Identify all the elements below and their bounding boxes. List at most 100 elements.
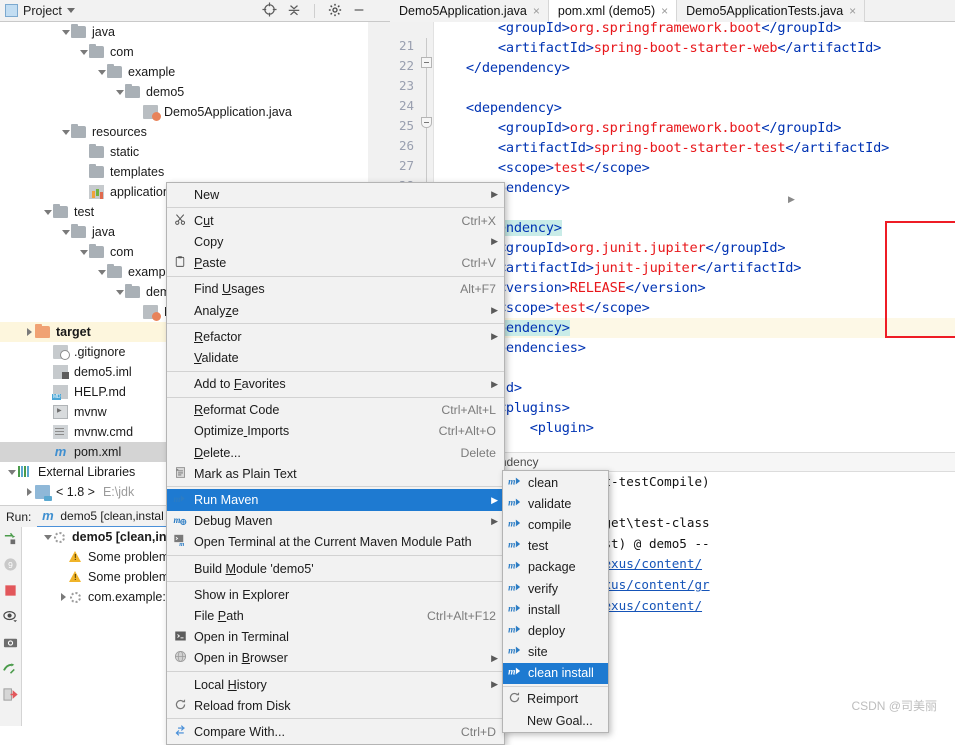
menu-item[interactable]: New Goal... bbox=[503, 710, 608, 731]
menu-item[interactable]: m deploy bbox=[503, 620, 608, 641]
code-line[interactable]: <groupId>org.springframework.boot</group… bbox=[434, 118, 955, 138]
code-line[interactable]: </dependencies> bbox=[434, 338, 955, 358]
code-line[interactable] bbox=[434, 78, 955, 98]
minimize-icon[interactable] bbox=[352, 3, 366, 20]
menu-item[interactable]: Build Module 'demo5' bbox=[167, 558, 504, 579]
menu-item[interactable]: Paste Ctrl+V bbox=[167, 253, 504, 274]
run-maven-submenu[interactable]: m clean m validate m compile m test m package m ver… bbox=[502, 470, 609, 734]
editor-tab[interactable]: Demo5ApplicationTests.java × bbox=[677, 0, 866, 22]
code-line[interactable]: <plugins> bbox=[434, 398, 955, 418]
menu-item[interactable]: Compare With... Ctrl+D bbox=[167, 721, 504, 742]
menu-item[interactable]: m compile bbox=[503, 514, 608, 535]
fold-collapse-icon[interactable] bbox=[421, 57, 432, 68]
menu-item[interactable]: m test bbox=[503, 536, 608, 557]
fold-collapse-icon[interactable] bbox=[421, 117, 432, 128]
code-line[interactable]: <scope>test</scope> bbox=[434, 158, 955, 178]
code-line[interactable]: <artifactId>spring-boot-starter-web</art… bbox=[434, 38, 955, 58]
chevron-down-icon[interactable] bbox=[96, 67, 107, 78]
code-line[interactable] bbox=[434, 198, 955, 218]
chevron-right-icon[interactable] bbox=[58, 592, 69, 603]
menu-item[interactable]: m package bbox=[503, 557, 608, 578]
chevron-down-icon[interactable] bbox=[6, 467, 17, 478]
chevron-down-icon[interactable] bbox=[66, 8, 75, 13]
coverage-icon[interactable] bbox=[2, 661, 19, 677]
close-icon[interactable]: × bbox=[849, 4, 856, 18]
menu-item[interactable]: Reload from Disk bbox=[167, 695, 504, 716]
menu-item[interactable]: Open in Terminal bbox=[167, 627, 504, 648]
code-line[interactable]: <plugin> bbox=[434, 418, 955, 438]
rerun-icon[interactable] bbox=[3, 531, 19, 547]
code-line[interactable]: </dependency> bbox=[434, 58, 955, 78]
chevron-down-icon[interactable] bbox=[60, 227, 71, 238]
chevron-down-icon[interactable] bbox=[78, 247, 89, 258]
tree-node[interactable]: com bbox=[0, 42, 368, 62]
menu-item[interactable]: Delete... Delete bbox=[167, 442, 504, 463]
tree-node[interactable]: demo5 bbox=[0, 82, 368, 102]
chevron-down-icon[interactable] bbox=[42, 532, 53, 543]
code-line[interactable]: <artifactId>junit-jupiter</artifactId> bbox=[434, 258, 955, 278]
menu-item[interactable]: New ▶ bbox=[167, 184, 504, 205]
chevron-right-icon[interactable] bbox=[24, 327, 35, 338]
menu-item[interactable]: Refactor ▶ bbox=[167, 326, 504, 347]
menu-item[interactable]: m clean bbox=[503, 472, 608, 493]
tree-node[interactable]: resources bbox=[0, 122, 368, 142]
menu-item[interactable]: Cut Ctrl+X bbox=[167, 210, 504, 231]
toggle-visibility-icon[interactable] bbox=[2, 609, 19, 625]
code-line[interactable]: <version>RELEASE</version> bbox=[434, 278, 955, 298]
fold-expand-arrow-icon[interactable]: ▶ bbox=[788, 194, 795, 205]
tree-node[interactable]: templates bbox=[0, 162, 368, 182]
menu-item[interactable]: Find Usages Alt+F7 bbox=[167, 279, 504, 300]
menu-item[interactable]: m validate bbox=[503, 493, 608, 514]
chevron-down-icon[interactable] bbox=[42, 207, 53, 218]
code-content[interactable]: <groupId>org.springframework.boot</group… bbox=[434, 22, 955, 448]
gear-icon[interactable] bbox=[328, 3, 342, 20]
tree-node[interactable]: static bbox=[0, 142, 368, 162]
menu-item[interactable]: Add to Favorites ▶ bbox=[167, 374, 504, 395]
rerun-failed-tests-icon[interactable]: 9 bbox=[3, 557, 19, 573]
menu-item[interactable]: x Mark as Plain Text bbox=[167, 463, 504, 484]
code-line[interactable]: <groupId>org.junit.jupiter</groupId> bbox=[434, 238, 955, 258]
menu-item[interactable]: Optimize Imports Ctrl+Alt+O bbox=[167, 421, 504, 442]
menu-item[interactable]: m install bbox=[503, 599, 608, 620]
tree-node[interactable]: java bbox=[0, 22, 368, 42]
menu-item[interactable]: Validate bbox=[167, 347, 504, 368]
context-menu[interactable]: New ▶ Cut Ctrl+X Copy ▶ Paste Ctrl+V Find Usages… bbox=[166, 182, 505, 745]
run-configuration-tab[interactable]: m demo5 [clean,instal bbox=[37, 506, 168, 528]
editor-tab[interactable]: Demo5Application.java × bbox=[390, 0, 549, 22]
menu-item[interactable]: m Run Maven ▶ bbox=[167, 489, 504, 511]
code-line[interactable] bbox=[434, 358, 955, 378]
editor-tab[interactable]: pom.xml (demo5) × bbox=[548, 0, 678, 22]
menu-item[interactable]: Reimport bbox=[503, 689, 608, 710]
menu-item[interactable]: Reformat Code Ctrl+Alt+L bbox=[167, 400, 504, 421]
code-line[interactable]: <groupId>org.springframework.boot</group… bbox=[434, 22, 955, 38]
locate-icon[interactable] bbox=[262, 2, 277, 20]
snapshot-icon[interactable] bbox=[3, 635, 19, 651]
collapse-all-icon[interactable] bbox=[287, 3, 301, 20]
code-line[interactable]: <scope>test</scope> bbox=[434, 298, 955, 318]
code-line[interactable]: <dependency> bbox=[434, 98, 955, 118]
tree-node[interactable]: Demo5Application.java bbox=[0, 102, 368, 122]
code-line[interactable]: </dependency> bbox=[434, 178, 955, 198]
code-line[interactable]: <artifactId>spring-boot-starter-test</ar… bbox=[434, 138, 955, 158]
menu-item[interactable]: m verify bbox=[503, 578, 608, 599]
stop-icon[interactable] bbox=[3, 583, 19, 599]
menu-item[interactable]: Copy ▶ bbox=[167, 231, 504, 252]
close-icon[interactable]: × bbox=[533, 4, 540, 18]
menu-item[interactable]: m Open Terminal at the Current Maven Modu… bbox=[167, 532, 504, 553]
menu-item[interactable]: m site bbox=[503, 642, 608, 663]
code-line[interactable]: </dependency> bbox=[434, 318, 955, 338]
menu-item[interactable]: Analyze ▶ bbox=[167, 300, 504, 321]
chevron-right-icon[interactable] bbox=[24, 487, 35, 498]
chevron-down-icon[interactable] bbox=[114, 287, 125, 298]
chevron-down-icon[interactable] bbox=[60, 127, 71, 138]
chevron-down-icon[interactable] bbox=[96, 267, 107, 278]
chevron-down-icon[interactable] bbox=[78, 47, 89, 58]
menu-item[interactable]: Open in Browser ▶ bbox=[167, 648, 504, 669]
code-line[interactable]: <build> bbox=[434, 378, 955, 398]
chevron-down-icon[interactable] bbox=[60, 27, 71, 38]
menu-item[interactable]: m clean install bbox=[503, 662, 608, 684]
menu-item[interactable]: Local History ▶ bbox=[167, 674, 504, 695]
close-icon[interactable]: × bbox=[661, 4, 668, 18]
project-tool-window-header[interactable]: Project bbox=[0, 4, 75, 18]
menu-item[interactable]: Show in Explorer bbox=[167, 584, 504, 605]
